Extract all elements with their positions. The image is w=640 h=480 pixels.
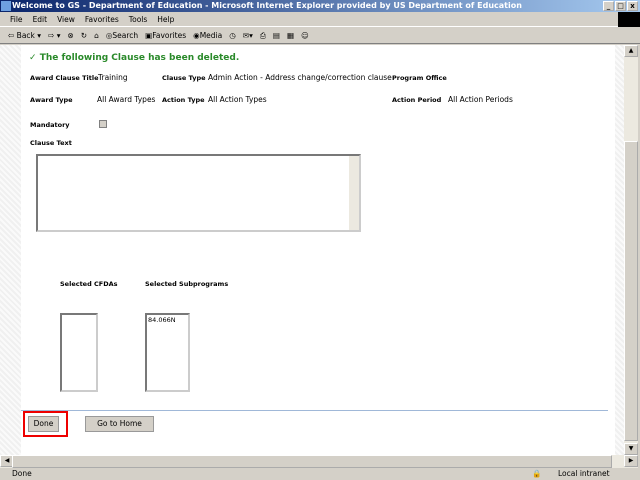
- browser-content: ✓ The following Clause has been deleted.…: [0, 45, 624, 455]
- media-button[interactable]: ◉Media: [193, 27, 222, 43]
- window-title: Welcome to GS - Department of Education …: [12, 1, 522, 10]
- action-type-label: Action Type: [162, 96, 205, 104]
- forward-button[interactable]: ⇨ ▾: [48, 27, 60, 43]
- action-period-value: All Action Periods: [448, 95, 513, 104]
- clause-type-label: Clause Type: [162, 74, 206, 82]
- program-office-label: Program Office: [392, 74, 447, 82]
- print-icon[interactable]: ⎙: [260, 27, 266, 43]
- menu-help[interactable]: Help: [157, 12, 174, 26]
- toolbar: ⇦ Back ▾ ⇨ ▾ ⊗ ↻ ⌂ ◎Search ▣Favorites ◉M…: [0, 27, 640, 44]
- refresh-icon[interactable]: ↻: [81, 27, 87, 43]
- menu-file[interactable]: File: [10, 12, 23, 26]
- favorites-label: Favorites: [152, 31, 187, 40]
- maximize-button[interactable]: □: [615, 1, 626, 11]
- history-icon[interactable]: ◷: [229, 27, 236, 43]
- cfdas-list[interactable]: [60, 313, 98, 392]
- textarea-scrollbar[interactable]: [349, 156, 359, 230]
- stop-icon[interactable]: ⊗: [67, 27, 73, 43]
- windows-logo-icon: [618, 12, 640, 27]
- edit-icon[interactable]: ▤: [273, 27, 280, 43]
- menu-favorites[interactable]: Favorites: [85, 12, 119, 26]
- scroll-down-button[interactable]: ▼: [624, 443, 638, 455]
- vertical-scroll-thumb[interactable]: [624, 141, 638, 441]
- title-bar: Welcome to GS - Department of Education …: [0, 0, 640, 12]
- menu-view[interactable]: View: [57, 12, 75, 26]
- lock-icon: 🔒: [532, 469, 542, 478]
- mandatory-checkbox[interactable]: [99, 120, 107, 128]
- discuss-icon[interactable]: ▦: [287, 27, 294, 43]
- horizontal-scroll-thumb[interactable]: [12, 455, 612, 468]
- award-clause-title-label: Award Clause Title: [30, 74, 99, 82]
- favorites-button[interactable]: ▣Favorites: [145, 27, 186, 43]
- clause-text-area[interactable]: [36, 154, 361, 232]
- minimize-button[interactable]: _: [603, 1, 614, 11]
- clause-type-value: Admin Action - Address change/correction…: [208, 73, 392, 82]
- divider: [21, 410, 608, 411]
- menu-edit[interactable]: Edit: [33, 12, 48, 26]
- menu-tools[interactable]: Tools: [129, 12, 147, 26]
- page: ✓ The following Clause has been deleted.…: [21, 45, 615, 455]
- close-button[interactable]: x: [627, 1, 638, 11]
- ie-icon: [1, 1, 11, 11]
- media-label: Media: [199, 31, 223, 40]
- search-label: Search: [112, 31, 139, 40]
- action-type-value: All Action Types: [208, 95, 267, 104]
- selected-subprograms-label: Selected Subprograms: [145, 280, 229, 288]
- mail-icon[interactable]: ✉▾: [243, 27, 253, 43]
- vertical-scrollbar[interactable]: ▲ ▼: [624, 45, 638, 455]
- message-text: The following Clause has been deleted.: [39, 53, 240, 63]
- done-button[interactable]: Done: [28, 416, 59, 432]
- search-button[interactable]: ◎Search: [106, 27, 138, 43]
- back-button[interactable]: ⇦ Back ▾: [8, 27, 41, 43]
- messenger-icon[interactable]: ☺: [301, 27, 309, 43]
- scroll-up-button[interactable]: ▲: [624, 45, 638, 57]
- go-to-home-button[interactable]: Go to Home: [85, 416, 154, 432]
- home-icon[interactable]: ⌂: [94, 27, 99, 43]
- award-clause-title-value: Training: [98, 73, 128, 82]
- status-bar: Done 🔒 Local intranet: [0, 468, 640, 480]
- status-text: Done: [12, 469, 32, 478]
- zone-text: Local intranet: [558, 469, 610, 478]
- award-type-label: Award Type: [30, 96, 73, 104]
- horizontal-scrollbar[interactable]: ◀ ▶: [0, 455, 638, 468]
- action-period-label: Action Period: [392, 96, 442, 104]
- back-label: Back: [16, 31, 35, 40]
- success-message: ✓ The following Clause has been deleted.: [29, 53, 240, 63]
- mandatory-label: Mandatory: [30, 121, 70, 129]
- clause-text-label: Clause Text: [30, 139, 72, 147]
- selected-cfdas-label: Selected CFDAs: [60, 280, 118, 288]
- scroll-right-button[interactable]: ▶: [624, 455, 638, 467]
- award-type-value: All Award Types: [97, 95, 156, 104]
- menu-bar: File Edit View Favorites Tools Help: [0, 12, 640, 27]
- subprogram-item[interactable]: 84.066N: [148, 316, 187, 324]
- subprograms-list[interactable]: 84.066N: [145, 313, 190, 392]
